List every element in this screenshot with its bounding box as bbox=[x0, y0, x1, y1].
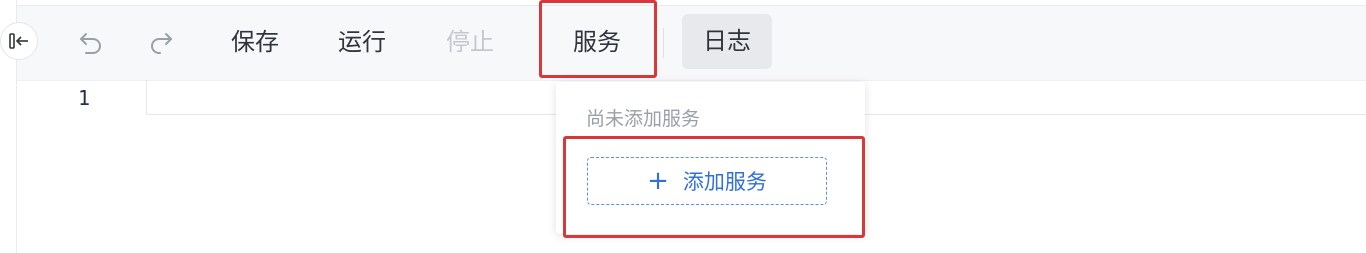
redo-button[interactable] bbox=[146, 27, 176, 57]
undo-button[interactable] bbox=[76, 27, 106, 57]
toolbar-separator bbox=[663, 28, 664, 58]
log-button[interactable]: 日志 bbox=[682, 14, 772, 69]
run-button[interactable]: 运行 bbox=[338, 26, 386, 58]
editor-page: 保存 运行 停止 服务 日志 1 尚未添加服务 + 添加服务 bbox=[0, 0, 1366, 253]
save-button[interactable]: 保存 bbox=[231, 26, 279, 58]
service-button-highlight bbox=[539, 0, 657, 78]
redo-icon bbox=[151, 33, 172, 54]
line-number: 1 bbox=[78, 86, 91, 110]
collapse-sidebar-icon bbox=[9, 33, 28, 49]
no-service-text: 尚未添加服务 bbox=[586, 108, 701, 130]
stop-button[interactable]: 停止 bbox=[446, 26, 494, 58]
add-service-highlight bbox=[563, 136, 865, 238]
collapse-sidebar-button[interactable] bbox=[0, 22, 38, 60]
undo-icon bbox=[80, 33, 101, 54]
